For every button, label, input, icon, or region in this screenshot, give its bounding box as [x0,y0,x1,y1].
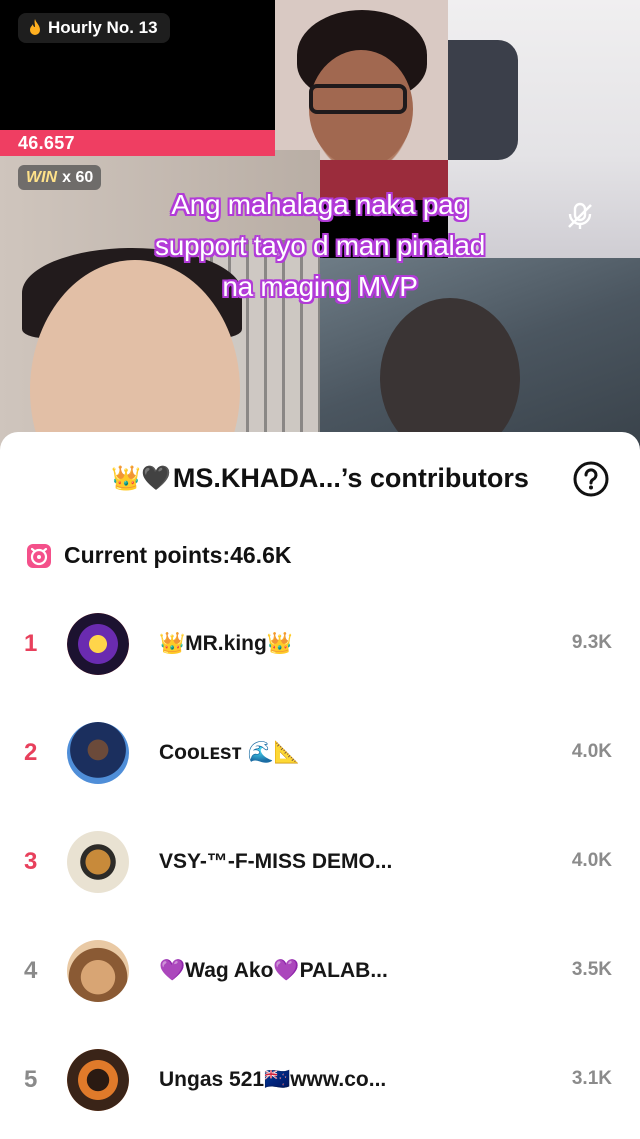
contributor-score: 3.1K [571,1068,612,1089]
caption-line-1: Ang mahalaga naka pag [171,189,469,220]
help-icon[interactable] [572,460,610,498]
flame-icon [30,19,40,35]
caption-line-2: support tayo d man pinalad [155,230,485,261]
sheet-title: 👑🖤 MS.KHADA...’s contributors [111,463,529,494]
win-streak-badge: WIN x 60 [18,165,102,190]
contributor-row-1[interactable]: 1 👑MR.king👑 9.3K [0,592,640,692]
sheet-title-text: MS.KHADA...’s contributors [172,462,529,493]
live-stream-view[interactable]: Hourly No. 13 46.657 WIN x 60 Ang mahala… [0,0,640,450]
sheet-header: 👑🖤 MS.KHADA...’s contributors [0,432,640,524]
contributor-row-5[interactable]: 5 Ungas 521🇳🇿www.co... 3.1K [0,1028,640,1128]
caption-line-3: na maging MVP [222,271,418,302]
contributor-score: 3.5K [571,959,612,980]
avatar[interactable] [67,613,129,675]
current-points-text: Current points:46.6K [64,542,292,568]
contributor-name: Cᴏᴏʟᴇsᴛ 🌊📐 [159,741,300,764]
win-label: WIN [26,168,58,186]
rank-number: 2 [24,739,38,766]
contributor-name: 👑MR.king👑 [159,632,293,655]
hourly-rank-text: Hourly No. 13 [48,18,158,37]
contributor-row-4[interactable]: 4 💜Wag Ako💜PALAB... 3.5K [0,919,640,1019]
rank-number: 3 [24,848,38,875]
avatar[interactable] [67,831,129,893]
contributor-row-3[interactable]: 3 VSY-™-F-MISS DEMO... 4.0K [0,810,640,910]
rank-number: 1 [24,630,38,657]
avatar[interactable] [67,722,129,784]
win-count: x 60 [62,168,94,186]
contributor-name: Ungas 521🇳🇿www.co... [159,1068,387,1091]
contributors-sheet: 👑🖤 MS.KHADA...’s contributors Current po… [0,432,640,1139]
stream-caption: Ang mahalaga naka pag support tayo d man… [100,184,540,307]
contributor-score: 4.0K [571,850,612,871]
avatar[interactable] [67,940,129,1002]
contributor-row-2[interactable]: 2 Cᴏᴏʟᴇsᴛ 🌊📐 4.0K [0,701,640,801]
hourly-rank-badge[interactable]: Hourly No. 13 [18,13,170,43]
alarm-clock-icon [27,543,51,568]
current-points-row: Current points:46.6K [26,542,291,569]
mic-muted-icon[interactable] [562,198,598,234]
rank-number: 4 [24,957,38,984]
avatar[interactable] [67,1049,129,1111]
rank-number: 5 [24,1066,38,1093]
battle-score: 46.657 [18,133,75,153]
contributor-name: VSY-™-F-MISS DEMO... [159,850,393,873]
contributor-name: 💜Wag Ako💜PALAB... [159,959,388,982]
battle-score-bar: 46.657 [0,130,275,156]
contributor-score: 9.3K [571,632,612,653]
contributor-score: 4.0K [571,741,612,762]
title-emoji-prefix: 👑🖤 [111,464,171,492]
